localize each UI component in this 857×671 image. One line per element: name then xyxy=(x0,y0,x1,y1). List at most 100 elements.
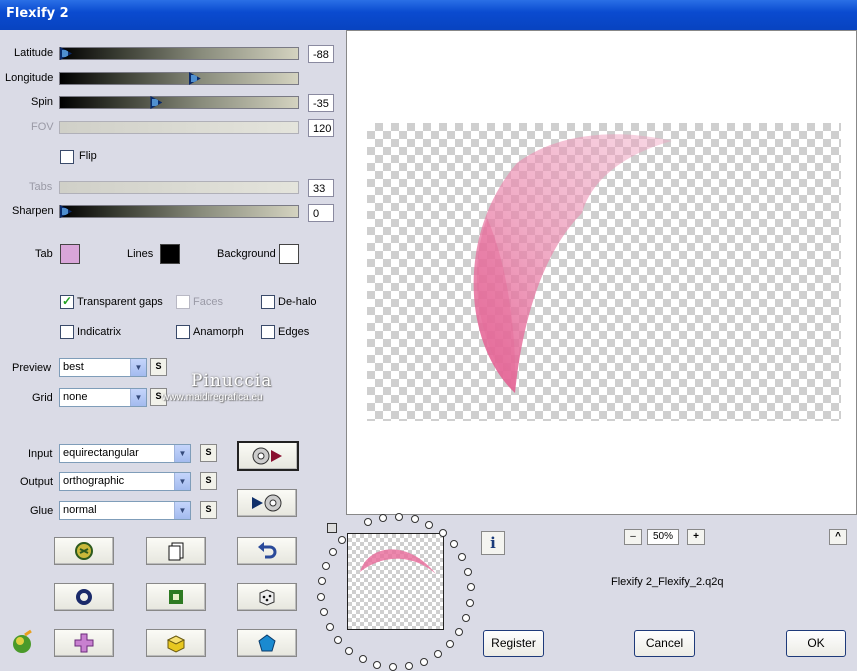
background-color-swatch[interactable] xyxy=(279,244,299,264)
zoom-in-button[interactable]: + xyxy=(687,529,705,545)
lines-color-swatch[interactable] xyxy=(160,244,180,264)
dice-button[interactable] xyxy=(237,583,297,611)
anamorph-checkbox[interactable] xyxy=(176,325,190,339)
cube-button[interactable] xyxy=(146,629,206,657)
navigator-dot[interactable] xyxy=(404,661,413,670)
navigator-dot[interactable] xyxy=(334,635,343,644)
output-label: Output xyxy=(20,476,54,488)
indicatrix-checkbox[interactable] xyxy=(60,325,74,339)
navigator-dot[interactable] xyxy=(328,547,337,556)
chevron-down-icon[interactable]: ▼ xyxy=(130,359,146,376)
navigator-dot[interactable] xyxy=(458,553,467,562)
navigator-dot[interactable] xyxy=(358,655,367,664)
preview-s-button[interactable]: S xyxy=(150,358,167,376)
navigator-dot[interactable] xyxy=(345,646,354,655)
navigator-dot[interactable] xyxy=(319,608,328,617)
longitude-slider[interactable] xyxy=(59,72,299,85)
glue-label: Glue xyxy=(30,505,54,517)
spin-thumb[interactable] xyxy=(150,96,163,109)
randomize-button[interactable] xyxy=(54,537,114,565)
spin-field[interactable]: -35 xyxy=(308,94,334,112)
transparent-gaps-checkbox[interactable]: ✓ xyxy=(60,294,74,309)
input-label: Input xyxy=(28,448,53,460)
latitude-label: Latitude xyxy=(14,47,54,59)
navigator-dot[interactable] xyxy=(395,513,404,522)
glue-dropdown[interactable]: normal ▼ xyxy=(59,501,191,520)
de-halo-label: De-halo xyxy=(278,296,317,308)
navigator-dot[interactable] xyxy=(455,628,464,637)
grid-value: none xyxy=(63,391,88,403)
pentagon-button[interactable] xyxy=(237,629,297,657)
navigator-dot[interactable] xyxy=(464,567,473,576)
navigator-handle[interactable] xyxy=(327,523,337,533)
navigator-thumbnail[interactable] xyxy=(347,533,444,630)
chevron-down-icon[interactable]: ▼ xyxy=(174,445,190,462)
preview-label: Preview xyxy=(12,362,52,374)
navigator-dot[interactable] xyxy=(317,592,326,601)
spin-slider[interactable] xyxy=(59,96,299,109)
cancel-button[interactable]: Cancel xyxy=(634,630,695,657)
globe-to-map-button[interactable] xyxy=(237,441,299,471)
navigator-dot[interactable] xyxy=(438,529,447,538)
navigator-dot[interactable] xyxy=(410,515,419,524)
new-button[interactable] xyxy=(146,537,206,565)
zoom-out-button[interactable]: – xyxy=(624,529,642,545)
tab-color-label: Tab xyxy=(35,248,53,260)
square-shape-button[interactable] xyxy=(146,583,206,611)
grid-dropdown[interactable]: none ▼ xyxy=(59,388,147,407)
output-dropdown[interactable]: orthographic ▼ xyxy=(59,472,191,491)
title-bar: Flexify 2 xyxy=(0,0,857,30)
navigator-dot[interactable] xyxy=(466,583,475,592)
flexify-logo-icon xyxy=(13,629,32,653)
navigator-dot[interactable] xyxy=(338,535,347,544)
latitude-thumb[interactable] xyxy=(60,47,72,60)
navigator-dot[interactable] xyxy=(388,662,397,671)
ring-shape-button[interactable] xyxy=(54,583,114,611)
navigator-dot[interactable] xyxy=(325,622,334,631)
chevron-down-icon[interactable]: ▼ xyxy=(174,473,190,490)
edges-label: Edges xyxy=(278,326,310,338)
flip-label: Flip xyxy=(79,150,97,162)
navigator-dot[interactable] xyxy=(321,561,330,570)
glue-s-button[interactable]: S xyxy=(200,501,217,519)
ok-button[interactable]: OK xyxy=(786,630,846,657)
new-page-icon xyxy=(168,542,184,561)
register-button[interactable]: Register xyxy=(483,630,544,657)
latitude-field[interactable]: -88 xyxy=(308,45,334,63)
randomize-icon xyxy=(75,542,93,560)
de-halo-checkbox[interactable] xyxy=(261,295,275,309)
flip-checkbox[interactable] xyxy=(60,150,74,164)
sharpen-thumb[interactable] xyxy=(60,205,72,218)
info-button[interactable]: i xyxy=(481,531,505,555)
chevron-down-icon[interactable]: ▼ xyxy=(130,389,146,406)
collapse-button[interactable]: ^ xyxy=(829,529,847,545)
output-s-button[interactable]: S xyxy=(200,472,217,490)
input-dropdown[interactable]: equirectangular ▼ xyxy=(59,444,191,463)
preview-dropdown[interactable]: best ▼ xyxy=(59,358,147,377)
edges-checkbox[interactable] xyxy=(261,325,275,339)
chevron-down-icon[interactable]: ▼ xyxy=(174,502,190,519)
latitude-slider[interactable] xyxy=(59,47,299,60)
longitude-thumb[interactable] xyxy=(188,72,201,85)
navigator-dot[interactable] xyxy=(466,598,475,607)
sharpen-field[interactable]: 0 xyxy=(308,204,334,222)
navigator-dot[interactable] xyxy=(419,657,428,666)
undo-button[interactable] xyxy=(237,537,297,565)
navigator-dot[interactable] xyxy=(364,518,373,527)
navigator-dot[interactable] xyxy=(445,640,454,649)
cube-icon xyxy=(166,635,186,653)
input-s-button[interactable]: S xyxy=(200,444,217,462)
navigator-dot[interactable] xyxy=(433,650,442,659)
glue-value: normal xyxy=(63,504,97,516)
navigator-dot[interactable] xyxy=(379,514,388,523)
sharpen-slider[interactable] xyxy=(59,205,299,218)
navigator-dot[interactable] xyxy=(449,540,458,549)
main-preview[interactable] xyxy=(346,30,857,515)
map-to-globe-button[interactable] xyxy=(237,489,297,517)
tabs-label: Tabs xyxy=(29,181,53,193)
tab-color-swatch[interactable] xyxy=(60,244,80,264)
navigator-dot[interactable] xyxy=(317,577,326,586)
navigator-dot[interactable] xyxy=(425,520,434,529)
plus-shape-button[interactable] xyxy=(54,629,114,657)
navigator-dot[interactable] xyxy=(462,614,471,623)
